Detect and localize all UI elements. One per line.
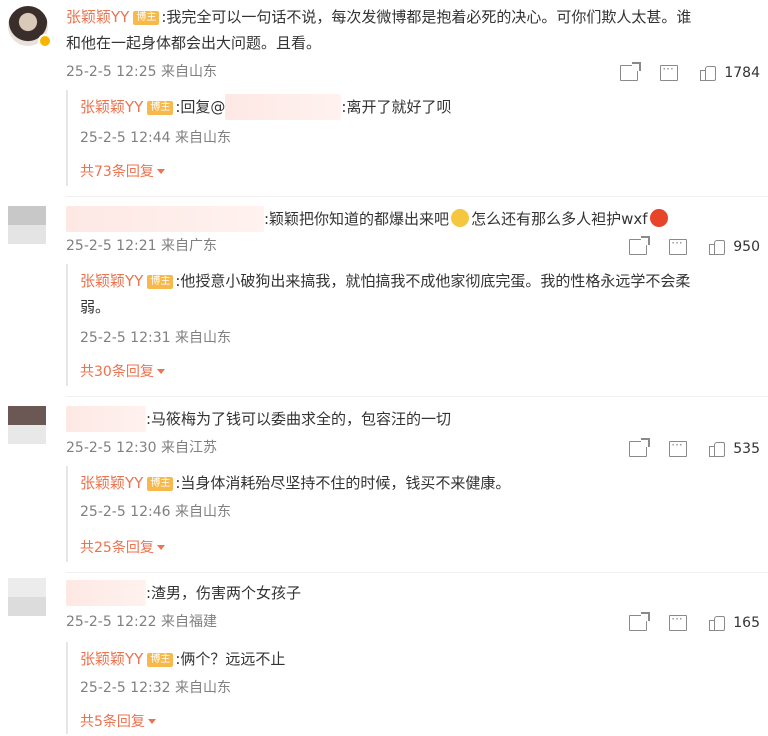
avatar[interactable] [8,406,46,444]
author-name[interactable]: 张颖颖YY [66,8,129,26]
share-icon[interactable] [620,62,642,81]
masked-username[interactable] [66,406,146,432]
comment-item: :马筱梅为了钱可以委曲求全的，包容汪的一切 25-2-5 12:30 来自江苏 … [0,396,768,572]
comment-text: :渣男，伤害两个女孩子 [66,580,758,606]
comment-actions: 950 [629,234,760,258]
reply-body: :俩个？远远不止 [175,650,286,668]
comment-body: :我完全可以一句话不说，每次发微博都是抱着必死的决心。可你们欺人太甚。谁 [161,8,692,26]
share-icon[interactable] [629,438,651,457]
comment-item: 张颖颖YY 博主:我完全可以一句话不说，每次发微博都是抱着必死的决心。可你们欺人太… [0,0,768,196]
caret-down-icon [147,719,156,724]
comment-body: :渣男，伤害两个女孩子 [146,584,302,602]
reply-suffix: :离开了就好了呗 [341,98,452,116]
blogger-badge: 博主 [147,477,174,491]
more-replies-link[interactable]: 共25条回复 [80,538,165,558]
share-icon[interactable] [629,612,651,631]
reply-block: 张颖颖YY 博主:回复@ :离开了就好了呗 25-2-5 12:44 来自山东 共7… [66,90,760,186]
reply-text: 张颖颖YY 博主:俩个？远远不止 [80,646,752,672]
reply-block: 张颖颖YY 博主:他授意小破狗出来搞我，就怕搞我不成他家彻底完蛋。我的性格永远学不… [66,264,760,386]
masked-username[interactable] [66,206,264,232]
like-button[interactable]: 950 [709,239,760,255]
reply-author-name[interactable]: 张颖颖YY [80,474,143,492]
reply-block: 张颖颖YY 博主:当身体消耗殆尽坚持不住的时候，钱买不来健康。 25-2-5 12… [66,466,760,562]
comment-icon[interactable] [669,610,688,631]
comment-actions: 165 [629,610,760,634]
like-count: 165 [733,615,760,631]
thumbs-up-icon [709,239,726,255]
thumbs-up-icon [709,441,726,457]
reply-author-name[interactable]: 张颖颖YY [80,98,143,116]
comment-actions: 1784 [620,60,760,84]
comment-body: :马筱梅为了钱可以委曲求全的，包容汪的一切 [146,410,452,428]
angry-face-emoji [649,209,668,227]
avatar[interactable] [8,206,46,244]
comment-meta: 25-2-5 12:22 来自福建 [66,614,217,630]
like-button[interactable]: 165 [709,615,760,631]
thumbs-up-icon [709,615,726,631]
comment-text: :马筱梅为了钱可以委曲求全的，包容汪的一切 [66,406,758,432]
like-count: 1784 [724,65,760,81]
reply-body: :他授意小破狗出来搞我，就怕搞我不成他家彻底完蛋。我的性格永远学不会柔 [175,272,691,290]
more-replies-link[interactable]: 共30条回复 [80,362,165,382]
comment-item: :颖颖把你知道的都爆出来吧 怎么还有那么多人袒护wxf 25-2-5 12:21 … [0,196,768,396]
comment-icon[interactable] [669,234,688,255]
reply-meta: 25-2-5 12:44 来自山东 [80,130,231,146]
reply-meta: 25-2-5 12:46 来自山东 [80,504,231,520]
reply-meta: 25-2-5 12:31 来自山东 [80,330,231,346]
more-replies-label: 共25条回复 [80,540,154,556]
reply-text-continued: 弱。 [80,298,111,316]
avatar[interactable] [8,578,46,616]
reply-body: :当身体消耗殆尽坚持不住的时候，钱买不来健康。 [175,474,511,492]
reply-text: 张颖颖YY 博主:他授意小破狗出来搞我，就怕搞我不成他家彻底完蛋。我的性格永远学不… [80,268,752,294]
like-button[interactable]: 1784 [700,65,760,81]
verified-badge-icon [38,34,52,48]
crying-face-emoji [451,209,470,227]
blogger-badge: 博主 [147,653,174,667]
reply-author-name[interactable]: 张颖颖YY [80,272,143,290]
reply-block: 张颖颖YY 博主:俩个？远远不止 25-2-5 12:32 来自山东 共5条回复 [66,642,760,734]
masked-username [225,94,342,120]
blogger-badge: 博主 [147,275,174,289]
more-replies-link[interactable]: 共5条回复 [80,712,156,732]
caret-down-icon [156,369,165,374]
more-replies-label: 共73条回复 [80,164,154,180]
comment-meta: 25-2-5 12:21 来自广东 [66,238,217,254]
more-replies-link[interactable]: 共73条回复 [80,162,165,182]
comment-body-continued: 怎么还有那么多人袒护wxf [471,210,648,228]
blogger-badge: 博主 [147,101,174,115]
reply-text: 张颖颖YY 博主:回复@ :离开了就好了呗 [80,94,752,120]
masked-username[interactable] [66,580,146,606]
comment-meta: 25-2-5 12:25 来自山东 [66,64,217,80]
reply-meta: 25-2-5 12:32 来自山东 [80,680,231,696]
comment-text: 张颖颖YY 博主:我完全可以一句话不说，每次发微博都是抱着必死的决心。可你们欺人太… [66,4,758,30]
comment-text: :颖颖把你知道的都爆出来吧 怎么还有那么多人袒护wxf [66,206,758,232]
share-icon[interactable] [629,236,651,255]
caret-down-icon [156,545,165,550]
caret-down-icon [156,169,165,174]
reply-prefix: :回复@ [175,98,226,116]
blogger-badge: 博主 [133,11,160,25]
like-button[interactable]: 535 [709,441,760,457]
reply-author-name[interactable]: 张颖颖YY [80,650,143,668]
like-count: 535 [733,441,760,457]
comment-icon[interactable] [660,60,679,81]
comment-item: :渣男，伤害两个女孩子 25-2-5 12:22 来自福建 165 张颖颖YY 博… [0,572,768,736]
more-replies-label: 共5条回复 [80,714,145,730]
comment-text-continued: 和他在一起身体都会出大问题。且看。 [66,34,322,52]
more-replies-label: 共30条回复 [80,364,154,380]
comment-meta: 25-2-5 12:30 来自江苏 [66,440,217,456]
like-count: 950 [733,239,760,255]
thumbs-up-icon [700,65,717,81]
comment-body: :颖颖把你知道的都爆出来吧 [264,210,450,228]
comment-actions: 535 [629,436,760,460]
reply-text: 张颖颖YY 博主:当身体消耗殆尽坚持不住的时候，钱买不来健康。 [80,470,752,496]
comment-icon[interactable] [669,436,688,457]
